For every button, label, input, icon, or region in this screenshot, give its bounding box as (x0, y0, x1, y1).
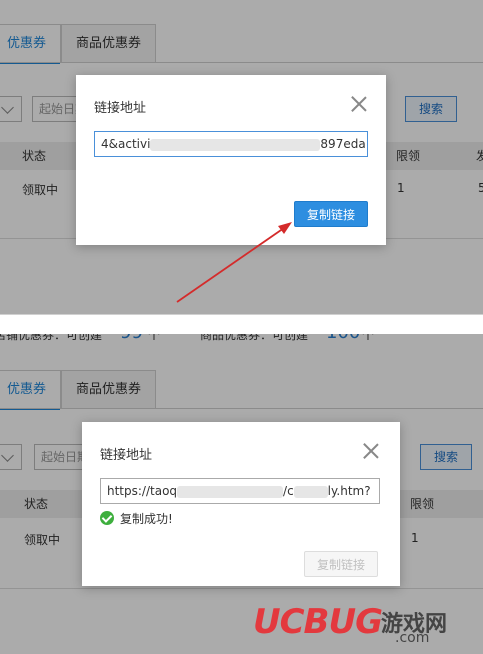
watermark-domain: .com (395, 630, 430, 646)
link-text-end: ly.htm? (327, 484, 371, 498)
dialog-title: 链接地址 (100, 448, 153, 463)
link-text-end: 897eda (320, 137, 366, 151)
link-dialog: 链接地址 4&activi 897eda 复制链接 (76, 75, 386, 245)
link-url-input[interactable]: https://taoq/c ly.htm? (100, 478, 380, 504)
link-text-mid: /c (283, 484, 294, 498)
close-icon[interactable] (350, 95, 368, 113)
bottom-screenshot-panel: 店铺优惠券：可创建 99 个 商品优惠券：可创建 100 个 优惠券 商品优惠券… (0, 334, 483, 654)
link-text-start: 4&activi (101, 137, 151, 151)
link-dialog: 链接地址 https://taoq/c ly.htm? 复制成功! 复制链接 (82, 422, 400, 586)
copy-success-message: 复制成功! (100, 510, 173, 526)
watermark-logo: UCBUG (253, 602, 383, 642)
top-screenshot-panel: 优惠券 商品优惠券 起始日期 搜索 状态 限领 发 领取中 1 5 链接地址 4… (0, 0, 483, 314)
panel-separator (0, 314, 483, 334)
link-url-input[interactable]: 4&activi 897eda (94, 131, 368, 157)
dialog-title: 链接地址 (94, 101, 147, 116)
success-text: 复制成功! (120, 511, 173, 526)
redacted-blur (150, 138, 321, 151)
redacted-blur (293, 485, 328, 498)
close-icon[interactable] (362, 442, 380, 460)
copy-link-button[interactable]: 复制链接 (304, 551, 378, 577)
redacted-blur (177, 485, 284, 498)
copy-link-button[interactable]: 复制链接 (294, 201, 368, 227)
check-circle-icon (100, 511, 114, 525)
link-text-start: https://taoq (107, 484, 178, 498)
site-watermark: UCBUG 游戏网 .com (253, 600, 473, 648)
